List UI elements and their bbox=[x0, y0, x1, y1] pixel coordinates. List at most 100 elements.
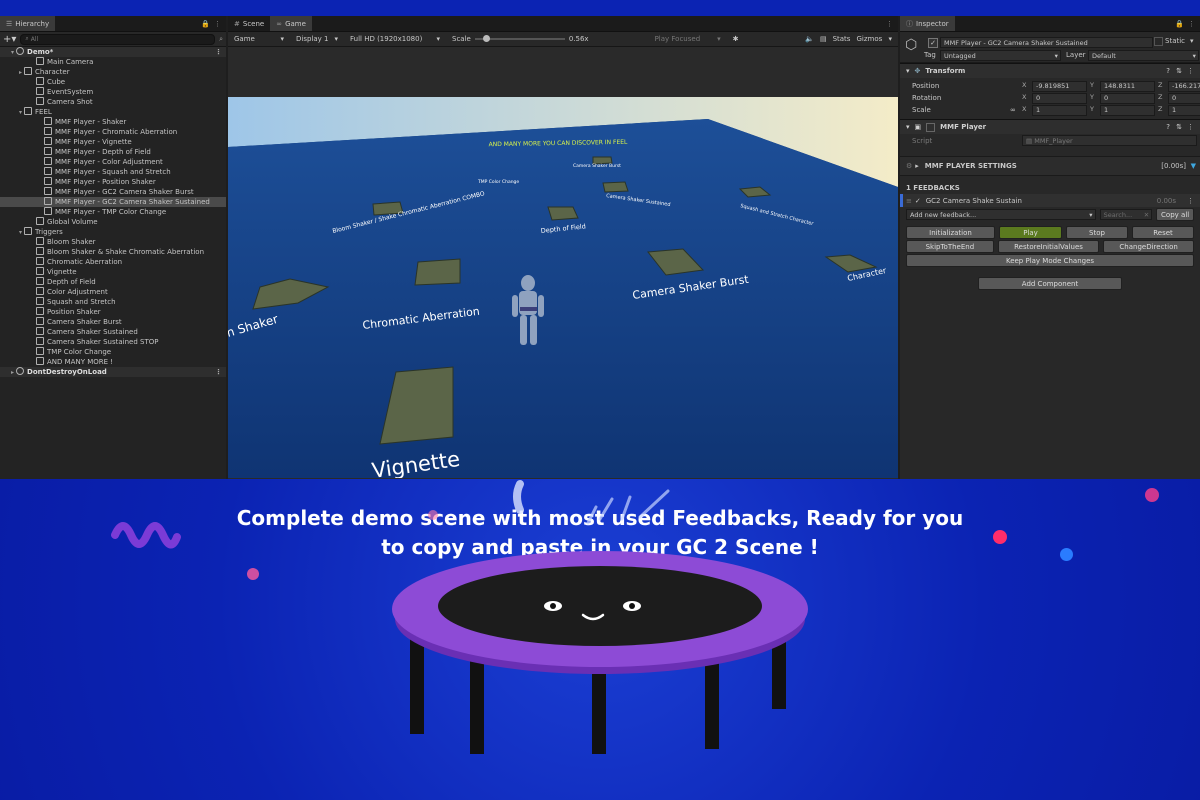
add-component-button[interactable]: Add Component bbox=[978, 277, 1122, 290]
layer-dropdown[interactable]: Default ▾ bbox=[1088, 50, 1199, 61]
hierarchy-item[interactable]: MMF Player - TMP Color Change bbox=[0, 207, 226, 217]
scale-slider-knob[interactable] bbox=[483, 35, 491, 42]
foldout-arrow-icon[interactable]: ▾ bbox=[19, 229, 22, 236]
foldout-arrow-icon[interactable]: ▾ bbox=[11, 49, 14, 56]
play-focused-dropdown[interactable]: Play Focused ▾ bbox=[649, 35, 727, 43]
hierarchy-item[interactable]: Cube bbox=[0, 77, 226, 87]
reset-button[interactable]: Reset bbox=[1132, 226, 1194, 239]
hierarchy-item[interactable]: ▸ Character bbox=[0, 67, 226, 77]
hierarchy-item[interactable]: MMF Player - Chromatic Aberration bbox=[0, 127, 226, 137]
kebab-menu-icon[interactable]: ⋮ bbox=[1187, 123, 1194, 131]
rotation-y-field[interactable]: 0 bbox=[1100, 92, 1155, 104]
hierarchy-item[interactable]: MMF Player - GC2 Camera Shaker Sustained bbox=[0, 197, 226, 207]
hierarchy-item[interactable]: TMP Color Change bbox=[0, 347, 226, 357]
close-icon[interactable]: ✕ bbox=[1144, 211, 1152, 219]
kebab-menu-icon[interactable]: ⋮ bbox=[886, 20, 893, 28]
rotation-x-field[interactable]: 0 bbox=[1032, 92, 1087, 104]
hierarchy-item[interactable]: Bloom Shaker & Shake Chromatic Aberratio… bbox=[0, 247, 226, 257]
stop-button[interactable]: Stop bbox=[1066, 226, 1128, 239]
hierarchy-item[interactable]: Camera Shot bbox=[0, 97, 226, 107]
hierarchy-item[interactable]: MMF Player - GC2 Camera Shaker Burst bbox=[0, 187, 226, 197]
display-dropdown[interactable]: Display 1 ▾ bbox=[290, 35, 344, 43]
hierarchy-scene-row[interactable]: ▾ Demo* ⋮ bbox=[0, 47, 226, 57]
hierarchy-item[interactable]: ▾ Triggers bbox=[0, 227, 226, 237]
mode-dropdown[interactable]: Game ▾ bbox=[228, 35, 290, 43]
hierarchy-item[interactable]: Camera Shaker Sustained STOP bbox=[0, 337, 226, 347]
lock-icon[interactable]: 🔒 bbox=[1175, 20, 1184, 28]
rotation-z-field[interactable]: 0 bbox=[1168, 92, 1200, 104]
hierarchy-item[interactable]: Squash and Stretch bbox=[0, 297, 226, 307]
foldout-arrow-icon[interactable]: ▾ bbox=[19, 109, 22, 116]
foldout-arrow-icon[interactable]: ▸ bbox=[11, 369, 14, 376]
hierarchy-item[interactable]: MMF Player - Depth of Field bbox=[0, 147, 226, 157]
change-direction-button[interactable]: ChangeDirection bbox=[1103, 240, 1194, 253]
keep-play-mode-button[interactable]: Keep Play Mode Changes bbox=[906, 254, 1194, 267]
chevron-down-icon[interactable]: ▼ bbox=[1191, 162, 1196, 170]
tab-game[interactable]: ∞ Game bbox=[270, 16, 312, 31]
scale-x-field[interactable]: 1 bbox=[1032, 104, 1087, 116]
chevron-down-icon[interactable]: ▾ bbox=[1190, 37, 1194, 45]
mmf-settings-foldout[interactable]: ⚙ ▸ MMF PLAYER SETTINGS [0.00s] ▼ bbox=[900, 156, 1200, 176]
kebab-menu-icon[interactable]: ⋮ bbox=[1187, 67, 1194, 75]
hierarchy-item[interactable]: MMF Player - Squash and Stretch bbox=[0, 167, 226, 177]
gizmos-button[interactable]: Gizmos ▾ bbox=[853, 35, 898, 43]
object-name-field[interactable]: MMF Player - GC2 Camera Shaker Sustained bbox=[940, 37, 1153, 48]
scale-y-field[interactable]: 1 bbox=[1100, 104, 1155, 116]
skip-to-end-button[interactable]: SkipToTheEnd bbox=[906, 240, 994, 253]
hierarchy-search-input[interactable]: ⌕ All bbox=[20, 33, 216, 45]
static-checkbox[interactable] bbox=[1154, 37, 1163, 46]
hierarchy-scene-row[interactable]: ▸ DontDestroyOnLoad ⋮ bbox=[0, 367, 226, 377]
position-x-field[interactable]: -9.819851 bbox=[1032, 80, 1087, 92]
hierarchy-item[interactable]: Chromatic Aberration bbox=[0, 257, 226, 267]
mmf-player-header[interactable]: ▾ ▣ MMF Player ? ⇅ ⋮ bbox=[900, 119, 1200, 134]
drag-handle-icon[interactable]: ≡ bbox=[906, 197, 912, 205]
game-viewport[interactable]: AND MANY MORE YOU CAN DISCOVER IN FEEL T… bbox=[228, 97, 898, 478]
tag-dropdown[interactable]: Untagged ▾ bbox=[940, 50, 1061, 61]
add-feedback-dropdown[interactable]: Add new feedback... ▾ bbox=[906, 209, 1096, 220]
initialization-button[interactable]: Initialization bbox=[906, 226, 995, 239]
foldout-arrow-icon[interactable]: ▸ bbox=[19, 69, 22, 76]
kebab-menu-icon[interactable]: ⋮ bbox=[214, 20, 221, 28]
kebab-menu-icon[interactable]: ⋮ bbox=[215, 47, 222, 57]
hierarchy-item[interactable]: Vignette bbox=[0, 267, 226, 277]
lock-icon[interactable]: 🔒 bbox=[201, 20, 210, 28]
active-checkbox[interactable]: ✓ bbox=[928, 38, 938, 48]
preset-icon[interactable]: ⇅ bbox=[1176, 67, 1182, 75]
preset-icon[interactable]: ⇅ bbox=[1176, 123, 1182, 131]
feedback-search-input[interactable]: Search... ✕ bbox=[1099, 209, 1153, 220]
tab-scene[interactable]: # Scene bbox=[228, 16, 270, 31]
kebab-menu-icon[interactable]: ⋮ bbox=[1188, 20, 1195, 28]
hierarchy-item[interactable]: Camera Shaker Burst bbox=[0, 317, 226, 327]
hierarchy-item[interactable]: Bloom Shaker bbox=[0, 237, 226, 247]
hierarchy-item[interactable]: Position Shaker bbox=[0, 307, 226, 317]
resolution-dropdown[interactable]: Full HD (1920x1080) ▾ bbox=[344, 35, 446, 43]
tab-hierarchy[interactable]: ☰ Hierarchy bbox=[0, 16, 56, 31]
scale-z-field[interactable]: 1 bbox=[1168, 104, 1200, 116]
help-icon[interactable]: ? bbox=[1166, 67, 1170, 75]
hierarchy-item[interactable]: AND MANY MORE ! bbox=[0, 357, 226, 367]
link-icon[interactable]: ∞ bbox=[1010, 106, 1016, 114]
add-icon[interactable]: +▾ bbox=[3, 34, 16, 45]
hierarchy-item[interactable]: MMF Player - Shaker bbox=[0, 117, 226, 127]
transform-header[interactable]: ▾ ✥ Transform ? ⇅ ⋮ bbox=[900, 63, 1200, 78]
help-icon[interactable]: ? bbox=[1166, 123, 1170, 131]
hierarchy-item[interactable]: EventSystem bbox=[0, 87, 226, 97]
hierarchy-item[interactable]: MMF Player - Position Shaker bbox=[0, 177, 226, 187]
hierarchy-item[interactable]: MMF Player - Vignette bbox=[0, 137, 226, 147]
position-y-field[interactable]: 148.8311 bbox=[1100, 80, 1155, 92]
copy-all-button[interactable]: Copy all bbox=[1156, 208, 1194, 221]
hierarchy-item[interactable]: MMF Player - Color Adjustment bbox=[0, 157, 226, 167]
hierarchy-item[interactable]: ▾ FEEL bbox=[0, 107, 226, 117]
hierarchy-item[interactable]: Color Adjustment bbox=[0, 287, 226, 297]
hierarchy-item[interactable]: Global Volume bbox=[0, 217, 226, 227]
feedback-checkbox[interactable]: ✓ bbox=[915, 197, 921, 205]
kebab-menu-icon[interactable]: ⋮ bbox=[1187, 197, 1194, 205]
search-filter-icon[interactable]: ⌕ bbox=[219, 35, 223, 44]
speaker-icon[interactable]: 🔈 bbox=[802, 35, 817, 43]
mmf-enabled-checkbox[interactable] bbox=[926, 122, 936, 132]
kebab-menu-icon[interactable]: ⋮ bbox=[215, 367, 222, 377]
restore-initial-values-button[interactable]: RestoreInitialValues bbox=[997, 240, 1100, 253]
hierarchy-item[interactable]: Depth of Field bbox=[0, 277, 226, 287]
play-button[interactable]: Play bbox=[999, 226, 1062, 239]
scale-slider[interactable] bbox=[474, 35, 565, 42]
